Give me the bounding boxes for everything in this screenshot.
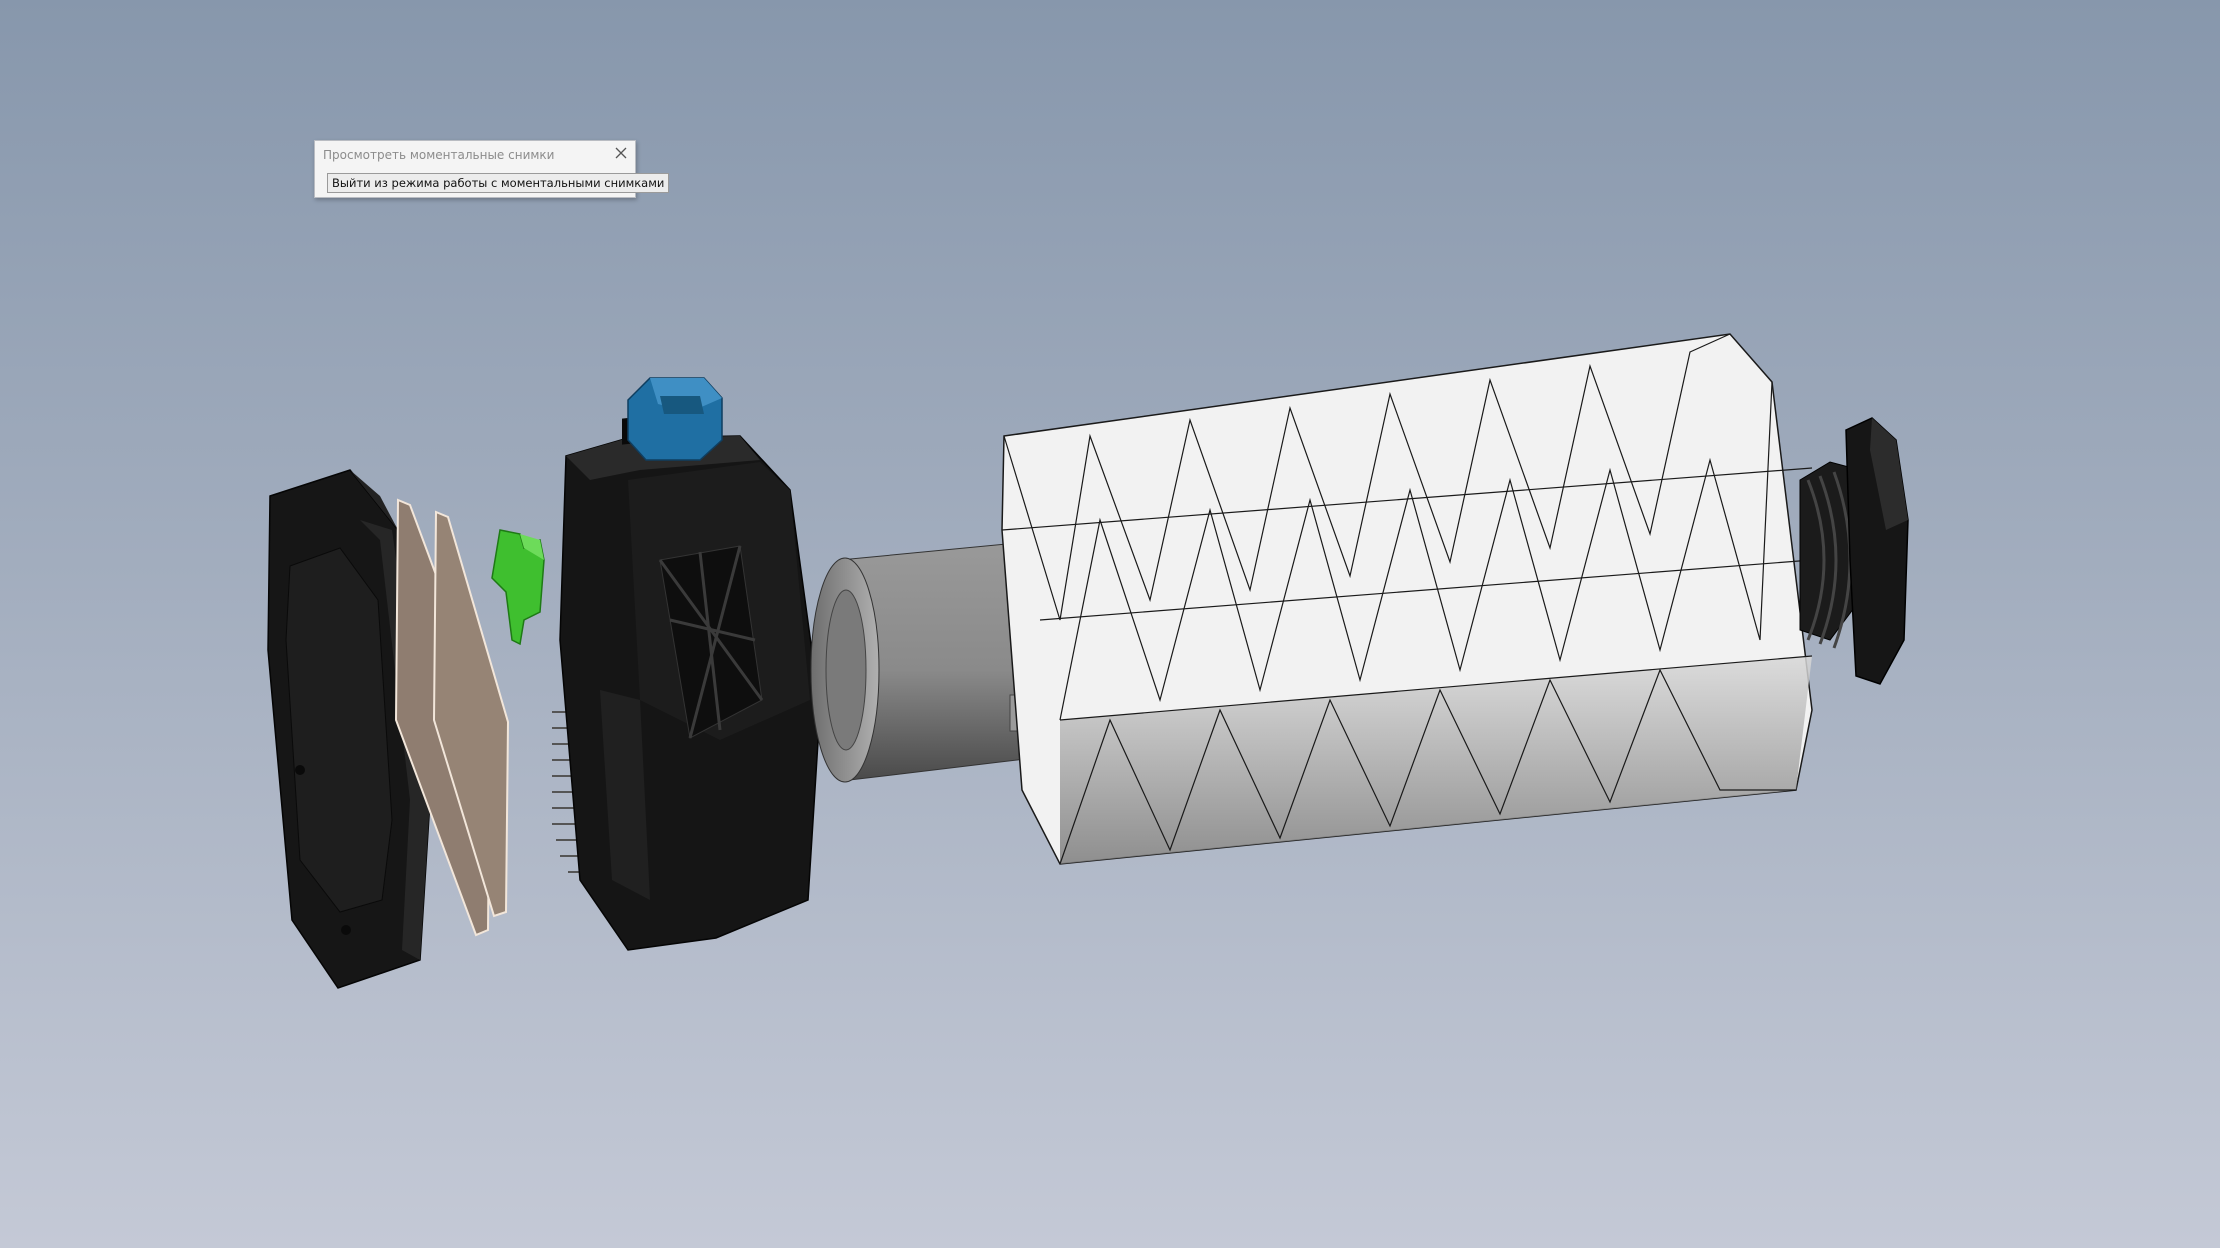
main-housing	[559, 408, 821, 951]
switch-part	[627, 377, 723, 461]
cable-gland	[1799, 417, 1909, 685]
close-icon[interactable]	[613, 145, 629, 161]
dialog-title: Просмотреть моментальные снимки	[323, 148, 555, 162]
cad-viewport[interactable]: Просмотреть моментальные снимки Выйти из…	[0, 0, 2220, 1248]
faceted-shell	[1001, 333, 1813, 865]
snapshot-dialog: Просмотреть моментальные снимки Выйти из…	[314, 140, 670, 198]
exit-snapshot-mode-button[interactable]: Выйти из режима работы с моментальными с…	[327, 173, 670, 193]
connector-part	[491, 529, 545, 646]
